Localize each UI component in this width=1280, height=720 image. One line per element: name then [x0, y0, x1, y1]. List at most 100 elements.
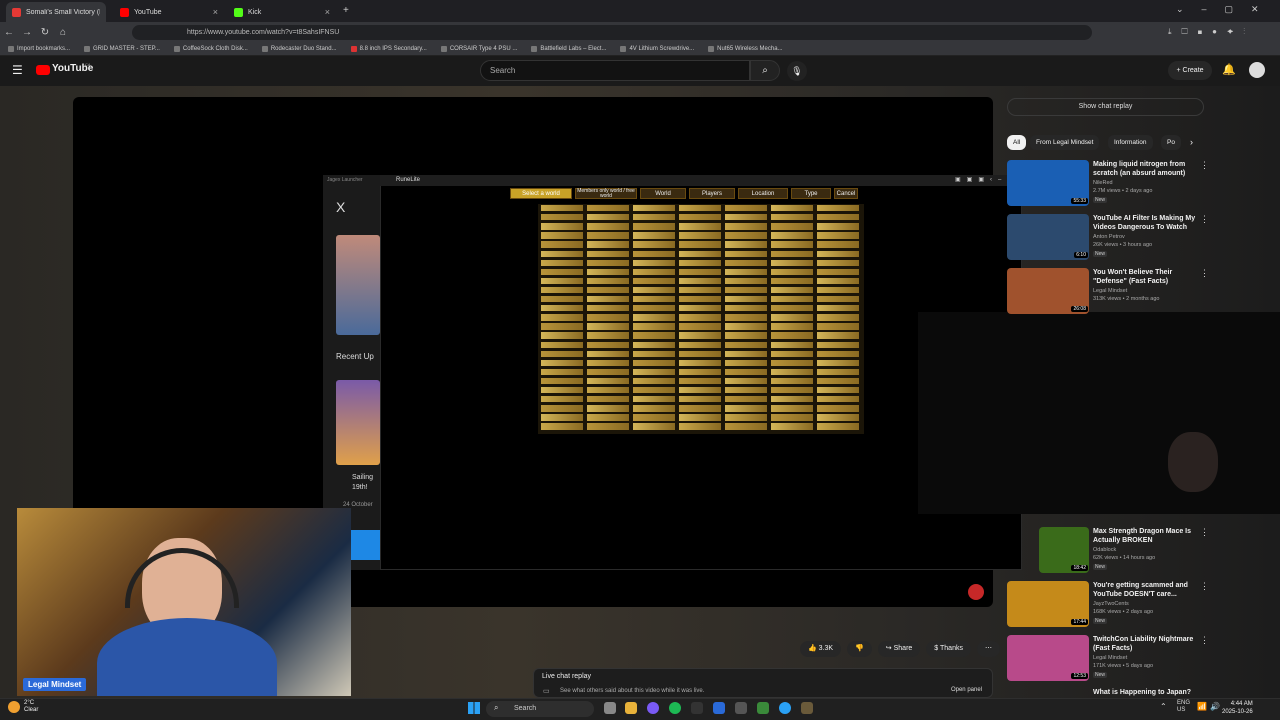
world-cell[interactable] — [586, 413, 630, 422]
world-cell[interactable] — [770, 331, 814, 340]
video-channel[interactable]: JayzTwoCents — [1093, 601, 1129, 607]
world-cell[interactable] — [678, 267, 722, 277]
world-cell[interactable] — [816, 295, 860, 304]
world-cell[interactable] — [632, 367, 676, 377]
world-cell[interactable] — [770, 295, 814, 304]
world-grid[interactable] — [538, 204, 864, 434]
world-cell[interactable] — [632, 295, 676, 304]
weather-icon[interactable] — [8, 701, 20, 713]
world-cell[interactable] — [632, 376, 676, 386]
world-cell[interactable] — [632, 213, 676, 222]
rec-video-1[interactable]: 6:10 YouTube AI Filter Is Making My Vide… — [1007, 214, 1209, 264]
more-options-icon[interactable]: ⋮ — [1200, 635, 1209, 646]
world-cell[interactable] — [586, 231, 630, 240]
url-field[interactable]: https://www.youtube.com/watch?v=t8SahsIF… — [132, 25, 1092, 40]
world-cell[interactable] — [816, 367, 860, 377]
dislike-button[interactable]: 👎 — [847, 641, 872, 657]
video-title[interactable]: Max Strength Dragon Mace Is Actually BRO… — [1093, 527, 1199, 545]
sort-world[interactable]: World — [640, 188, 686, 199]
world-cell[interactable] — [770, 267, 814, 277]
world-cell[interactable] — [816, 395, 860, 404]
world-cell[interactable] — [770, 249, 814, 258]
tab-youtube[interactable]: YouTube × — [114, 2, 224, 22]
world-cell[interactable] — [540, 349, 584, 358]
world-cell[interactable] — [816, 249, 860, 258]
world-cell[interactable] — [724, 258, 768, 267]
world-cell[interactable] — [816, 376, 860, 386]
bookmark-item[interactable]: CORSAIR Type 4 PSU ... — [440, 45, 517, 52]
bookmark-item[interactable]: Rodecaster Duo Stand... — [261, 45, 337, 52]
world-cell[interactable] — [724, 240, 768, 249]
world-cell[interactable] — [770, 413, 814, 422]
world-cell[interactable] — [724, 376, 768, 386]
bookmark-item[interactable]: Import bookmarks... — [8, 45, 70, 52]
world-cell[interactable] — [678, 258, 722, 267]
more-options-icon[interactable]: ⋮ — [1200, 581, 1209, 592]
search-input[interactable]: Search — [480, 60, 750, 81]
world-cell[interactable] — [540, 295, 584, 304]
menu-icon[interactable]: ☰ — [12, 63, 23, 77]
world-cell[interactable] — [586, 240, 630, 249]
world-cell[interactable] — [770, 358, 814, 368]
world-cell[interactable] — [816, 340, 860, 349]
world-cell[interactable] — [724, 367, 768, 377]
world-cell[interactable] — [770, 258, 814, 267]
rec-video-0[interactable]: 55:33 Making liquid nitrogen from scratc… — [1007, 160, 1209, 210]
rec-video-4[interactable]: 17:44 You're getting scammed and YouTube… — [1007, 581, 1209, 631]
world-cell[interactable] — [724, 322, 768, 331]
world-cell[interactable] — [678, 404, 722, 413]
world-cell[interactable] — [586, 285, 630, 295]
world-cell[interactable] — [632, 422, 676, 431]
world-cell[interactable] — [678, 213, 722, 222]
world-cell[interactable] — [678, 367, 722, 377]
world-cell[interactable] — [816, 386, 860, 395]
world-cell[interactable] — [632, 249, 676, 258]
world-cell[interactable] — [770, 422, 814, 431]
game-thumbnail[interactable] — [336, 235, 380, 335]
world-cell[interactable] — [540, 404, 584, 413]
world-cell[interactable] — [678, 395, 722, 404]
world-cell[interactable] — [632, 231, 676, 240]
world-cell[interactable] — [540, 322, 584, 331]
world-cell[interactable] — [816, 285, 860, 295]
like-button[interactable]: 👍 3.3K — [800, 641, 842, 657]
discord-icon[interactable] — [647, 702, 659, 714]
world-cell[interactable] — [632, 331, 676, 340]
video-title[interactable]: You're getting scammed and YouTube DOESN… — [1093, 581, 1199, 599]
world-cell[interactable] — [540, 285, 584, 295]
world-cell[interactable] — [724, 204, 768, 213]
world-cell[interactable] — [816, 213, 860, 222]
sort-players[interactable]: Players — [689, 188, 735, 199]
world-cell[interactable] — [724, 222, 768, 231]
world-cell[interactable] — [586, 349, 630, 358]
chip-from-channel[interactable]: From Legal Mindset — [1030, 135, 1100, 150]
world-cell[interactable] — [632, 404, 676, 413]
world-cell[interactable] — [540, 367, 584, 377]
world-cell[interactable] — [678, 331, 722, 340]
bookmark-item[interactable]: 8.8 inch IPS Secondary... — [350, 45, 427, 52]
world-cell[interactable] — [540, 304, 584, 313]
bookmark-item[interactable]: GRID MASTER - STEP... — [84, 45, 160, 52]
weather-widget[interactable]: 2°C Clear — [24, 700, 38, 714]
world-cell[interactable] — [724, 276, 768, 286]
world-cell[interactable] — [678, 276, 722, 286]
video-title[interactable]: You Won't Believe Their "Defense" (Fast … — [1093, 268, 1199, 286]
world-cell[interactable] — [586, 267, 630, 277]
world-cell[interactable] — [724, 358, 768, 368]
video-title[interactable]: TwitchCon Liability Nightmare (Fast Fact… — [1093, 635, 1199, 653]
window-controls[interactable]: ⌄–▢✕ — [1176, 4, 1277, 15]
world-cell[interactable] — [678, 295, 722, 304]
show-chat-replay-button[interactable]: Show chat replay — [1007, 98, 1204, 116]
world-cell[interactable] — [632, 349, 676, 358]
world-cell[interactable] — [770, 276, 814, 286]
tab-kick[interactable]: Kick × — [228, 2, 336, 22]
world-cell[interactable] — [540, 267, 584, 277]
sort-type[interactable]: Type — [791, 188, 831, 199]
world-cell[interactable] — [724, 249, 768, 258]
app-send-icon[interactable] — [713, 702, 725, 714]
world-cell[interactable] — [770, 213, 814, 222]
world-cell[interactable] — [678, 413, 722, 422]
world-cell[interactable] — [770, 222, 814, 231]
video-channel[interactable]: NileRed — [1093, 180, 1113, 186]
world-cell[interactable] — [678, 386, 722, 395]
